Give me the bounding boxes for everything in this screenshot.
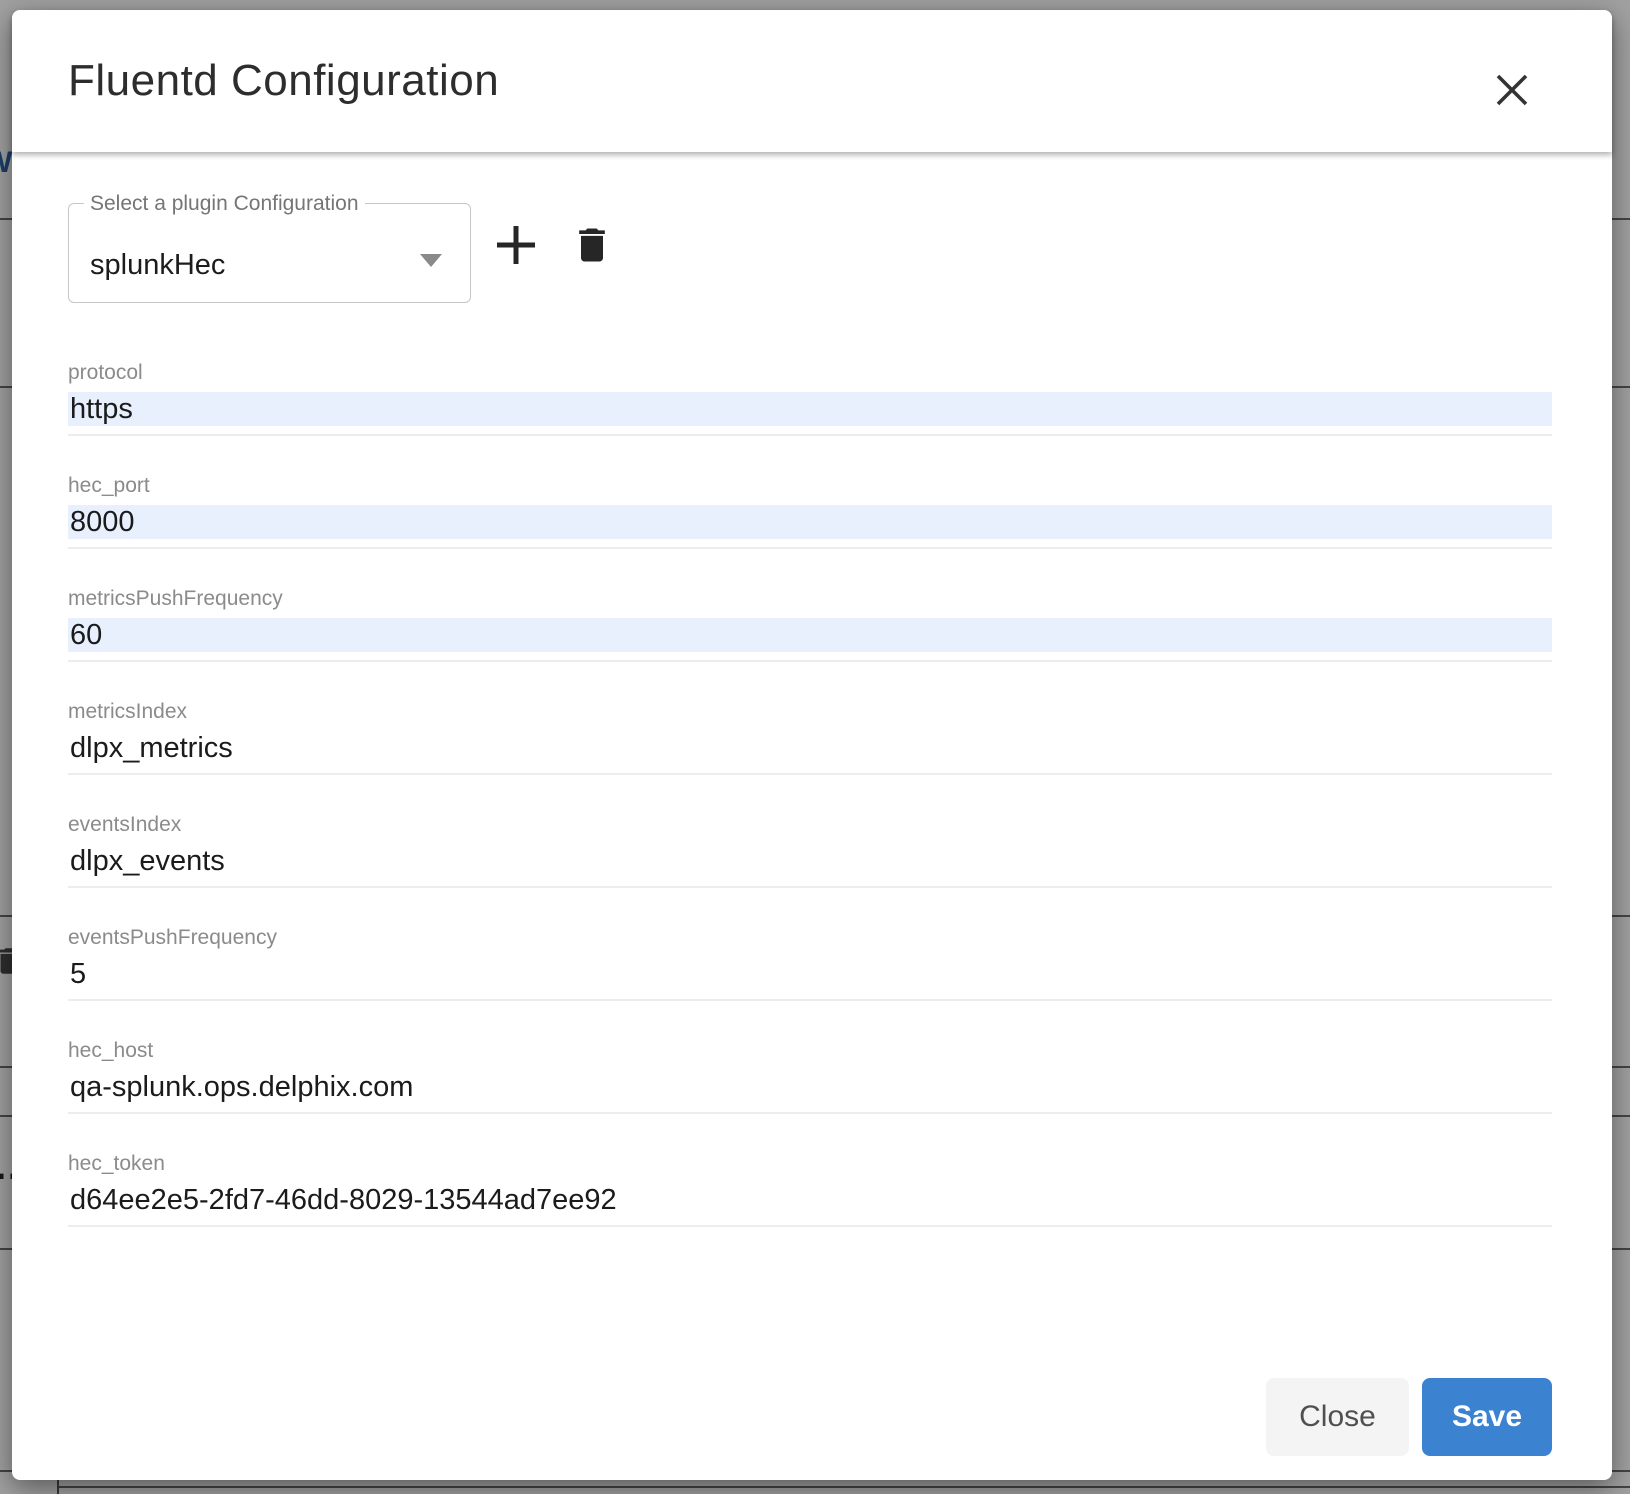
save-button[interactable]: Save <box>1422 1378 1552 1456</box>
config-field: eventsPushFrequency 5 <box>68 926 1552 1001</box>
plus-icon <box>495 224 537 266</box>
config-field: eventsIndex dlpx_events <box>68 813 1552 888</box>
add-config-button[interactable] <box>493 222 539 268</box>
plugin-config-select[interactable]: Select a plugin Configuration splunkHec <box>68 203 471 303</box>
field-input[interactable]: 5 <box>68 957 1552 991</box>
field-input[interactable]: https <box>68 392 1552 426</box>
dialog-header: Fluentd Configuration <box>12 10 1612 152</box>
field-label: hec_token <box>68 1152 1552 1176</box>
config-fields-list: protocol https hec_port 8000 metricsPush… <box>68 361 1552 1227</box>
field-input[interactable]: 60 <box>68 618 1552 652</box>
config-field: protocol https <box>68 361 1552 436</box>
delete-config-button[interactable] <box>569 222 615 268</box>
field-input[interactable]: 8000 <box>68 505 1552 539</box>
screen: W ... Fluentd Configuration <box>0 0 1630 1494</box>
x-icon <box>1493 71 1531 109</box>
field-input[interactable]: dlpx_events <box>68 844 1552 878</box>
chevron-down-icon <box>420 254 442 267</box>
field-input[interactable]: dlpx_metrics <box>68 731 1552 765</box>
config-field: hec_token d64ee2e5-2fd7-46dd-8029-13544a… <box>68 1152 1552 1227</box>
close-dialog-button[interactable] <box>1487 65 1537 115</box>
fluentd-configuration-dialog: Fluentd Configuration Select a plugin Co… <box>12 10 1612 1480</box>
plugin-select-label: Select a plugin Configuration <box>84 192 365 216</box>
config-field: hec_host qa-splunk.ops.delphix.com <box>68 1039 1552 1114</box>
plugin-select-value: splunkHec <box>90 248 225 282</box>
dialog-title: Fluentd Configuration <box>68 56 499 106</box>
field-input[interactable]: qa-splunk.ops.delphix.com <box>68 1070 1552 1104</box>
field-label: eventsIndex <box>68 813 1552 837</box>
field-input[interactable]: d64ee2e5-2fd7-46dd-8029-13544ad7ee92 <box>68 1183 1552 1217</box>
dialog-body: Select a plugin Configuration splunkHec <box>12 152 1612 1227</box>
dialog-footer: Close Save <box>1266 1378 1552 1456</box>
field-label: metricsPushFrequency <box>68 587 1552 611</box>
field-label: metricsIndex <box>68 700 1552 724</box>
close-button[interactable]: Close <box>1266 1378 1409 1456</box>
field-label: hec_host <box>68 1039 1552 1063</box>
config-field: hec_port 8000 <box>68 474 1552 549</box>
field-label: eventsPushFrequency <box>68 926 1552 950</box>
config-field: metricsPushFrequency 60 <box>68 587 1552 662</box>
trash-icon <box>570 223 614 267</box>
config-field: metricsIndex dlpx_metrics <box>68 700 1552 775</box>
field-label: protocol <box>68 361 1552 385</box>
plugin-selector-row: Select a plugin Configuration splunkHec <box>68 203 1552 303</box>
field-label: hec_port <box>68 474 1552 498</box>
